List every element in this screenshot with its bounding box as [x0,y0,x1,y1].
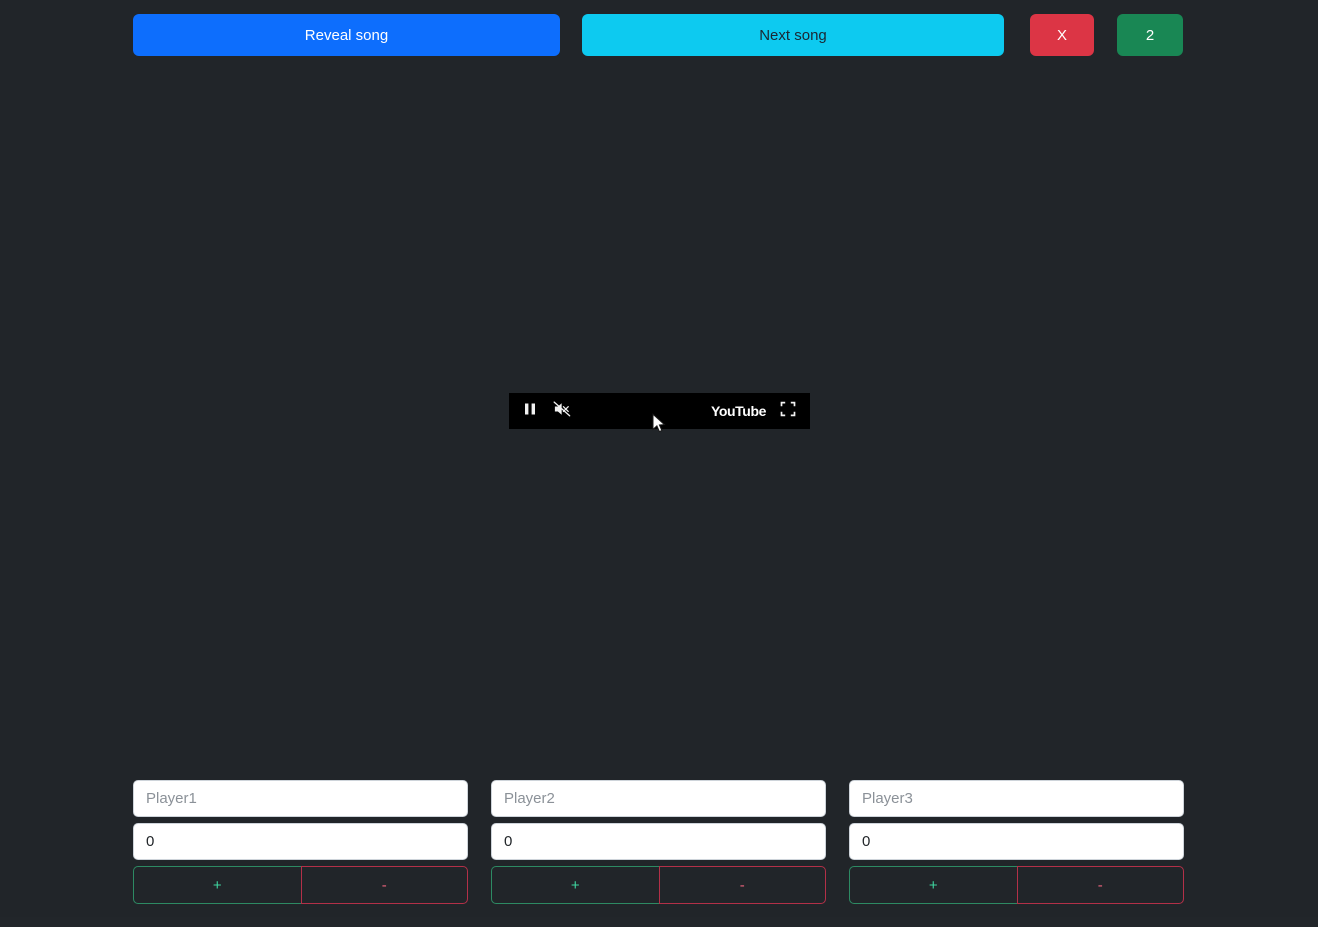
player-column: + - [491,780,826,904]
player-score-input[interactable] [133,823,468,860]
player-column: + - [849,780,1184,904]
bottom-edge-strip [0,917,1318,927]
increment-score-button[interactable]: + [133,866,301,904]
reveal-song-button[interactable]: Reveal song [133,14,560,56]
player-name-input[interactable] [133,780,468,817]
player-name-input[interactable] [491,780,826,817]
player-left-controls [523,400,571,422]
score-stepper: + - [491,866,826,904]
fullscreen-icon[interactable] [780,401,796,422]
player-right-controls: YouTube [711,401,796,422]
increment-score-button[interactable]: + [849,866,1017,904]
increment-score-button[interactable]: + [491,866,659,904]
player-score-input[interactable] [849,823,1184,860]
youtube-player-controls: YouTube [509,393,810,429]
score-stepper: + - [849,866,1184,904]
player-name-input[interactable] [849,780,1184,817]
player-score-input[interactable] [491,823,826,860]
decrement-score-button[interactable]: - [300,866,468,904]
youtube-logo[interactable]: YouTube [711,403,766,419]
next-song-button[interactable]: Next song [582,14,1004,56]
scoreboard: + - + - + - [133,780,1185,904]
player-column: + - [133,780,468,904]
decrement-score-button[interactable]: - [658,866,826,904]
top-control-bar: Reveal song Next song X 2 [133,14,1183,56]
decrement-score-button[interactable]: - [1016,866,1184,904]
video-stage: YouTube [0,70,1318,760]
score-stepper: + - [133,866,468,904]
close-button[interactable]: X [1030,14,1094,56]
song-counter-button[interactable]: 2 [1117,14,1183,56]
volume-muted-icon[interactable] [553,400,571,422]
pause-icon[interactable] [523,402,537,421]
